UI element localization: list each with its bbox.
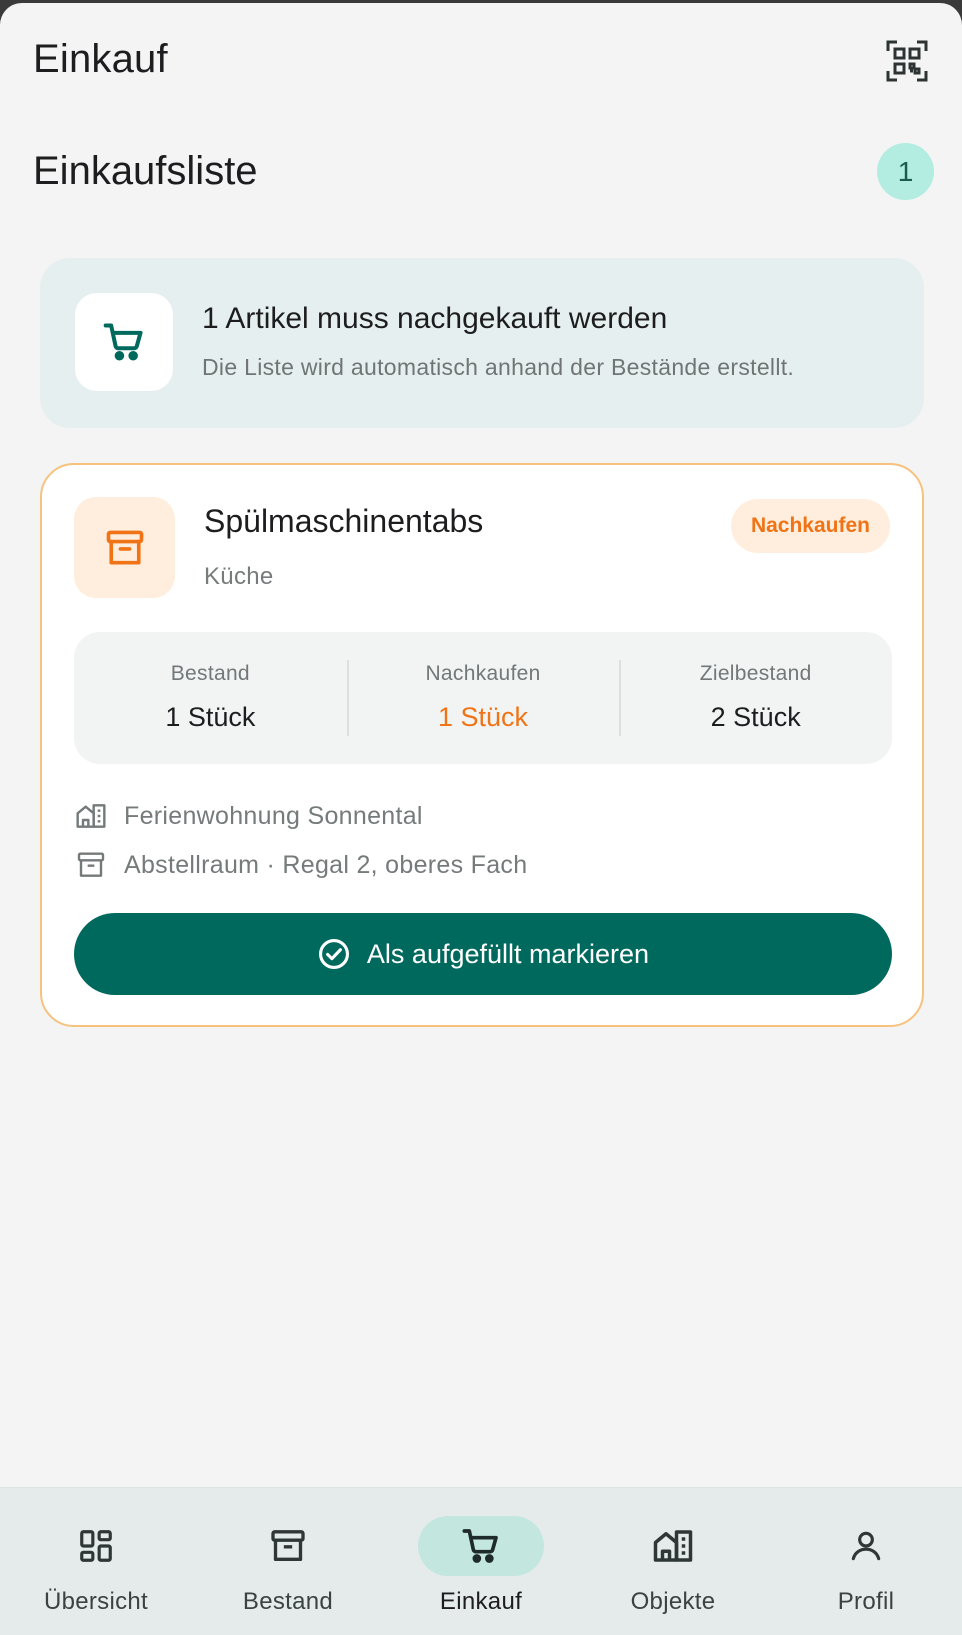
nav-label: Einkauf <box>439 1588 523 1615</box>
stat-rebuy: Nachkaufen 1 Stück <box>346 632 620 764</box>
bottom-navigation: Übersicht Bestand Einkauf Objekte Profil <box>0 1487 962 1635</box>
stock-stats: Bestand 1 Stück Nachkaufen 1 Stück Zielb… <box>74 632 892 764</box>
shopping-item-card: Spülmaschinentabs Küche Nachkaufen Besta… <box>40 463 924 1027</box>
nav-icon-wrap <box>225 1516 351 1576</box>
nav-item-profile[interactable]: Profil <box>770 1488 962 1635</box>
user-icon <box>851 1531 881 1561</box>
archive-box-icon <box>106 530 143 564</box>
mark-refilled-label: Als aufgefüllt markieren <box>366 938 650 969</box>
shopping-cart-icon <box>462 1529 498 1563</box>
nav-icon-wrap <box>803 1516 929 1576</box>
stat-label: Nachkaufen <box>425 662 541 685</box>
shopping-list-header: Einkaufsliste 1 <box>33 141 934 201</box>
qr-code-scan-icon <box>886 40 928 82</box>
top-app-bar: Einkauf <box>33 33 929 93</box>
nav-item-overview[interactable]: Übersicht <box>0 1488 192 1635</box>
nav-item-stock[interactable]: Bestand <box>192 1488 384 1635</box>
stat-label: Zielbestand <box>699 662 812 685</box>
stat-value: 2 Stück <box>710 702 801 732</box>
nav-label: Übersicht <box>43 1588 149 1615</box>
archive-box-icon <box>74 848 108 882</box>
shopping-cart-icon <box>103 323 143 361</box>
buildings-icon <box>74 799 108 833</box>
nav-item-properties[interactable]: Objekte <box>577 1488 769 1635</box>
storage-row: Abstellraum · Regal 2, oberes Fach <box>74 847 527 883</box>
nav-icon-wrap <box>610 1516 736 1576</box>
nav-icon-wrap <box>418 1516 544 1576</box>
buildings-icon <box>653 1530 693 1562</box>
count-badge: 1 <box>877 143 934 200</box>
status-badge: Nachkaufen <box>730 499 890 553</box>
item-name: Spülmaschinentabs <box>204 503 484 539</box>
stat-value: 1 Stück <box>437 702 529 732</box>
stat-value: 1 Stück <box>165 702 256 732</box>
nav-icon-wrap <box>33 1516 159 1576</box>
item-icon-box <box>74 497 175 598</box>
property-name: Ferienwohnung Sonnental <box>124 801 423 830</box>
qr-scan-button[interactable] <box>885 39 929 83</box>
nav-label: Bestand <box>242 1588 334 1615</box>
nav-label: Objekte <box>630 1588 716 1615</box>
nav-label: Profil <box>837 1588 895 1615</box>
mark-refilled-button[interactable]: Als aufgefüllt markieren <box>74 913 892 995</box>
dashboard-icon <box>80 1530 112 1562</box>
info-icon-box <box>75 293 173 391</box>
stat-label: Bestand <box>170 662 250 685</box>
property-row: Ferienwohnung Sonnental <box>74 798 423 834</box>
screen: Einkauf Einkaufsliste 1 1 Artikel muss n… <box>0 3 962 1635</box>
item-room: Küche <box>204 563 274 590</box>
page-title: Einkauf <box>33 37 168 81</box>
section-title: Einkaufsliste <box>33 149 258 193</box>
storage-location: Abstellraum · Regal 2, oberes Fach <box>124 850 528 879</box>
info-subtitle: Die Liste wird automatisch anhand der Be… <box>202 354 795 380</box>
nav-item-shopping[interactable]: Einkauf <box>385 1488 577 1635</box>
stat-target: Zielbestand 2 Stück <box>619 632 892 764</box>
check-circle-icon <box>317 937 351 971</box>
info-banner: 1 Artikel muss nachgekauft werden Die Li… <box>40 258 924 428</box>
stat-current: Bestand 1 Stück <box>74 632 347 764</box>
archive-box-icon <box>271 1530 305 1561</box>
info-title: 1 Artikel muss nachgekauft werden <box>202 302 668 335</box>
